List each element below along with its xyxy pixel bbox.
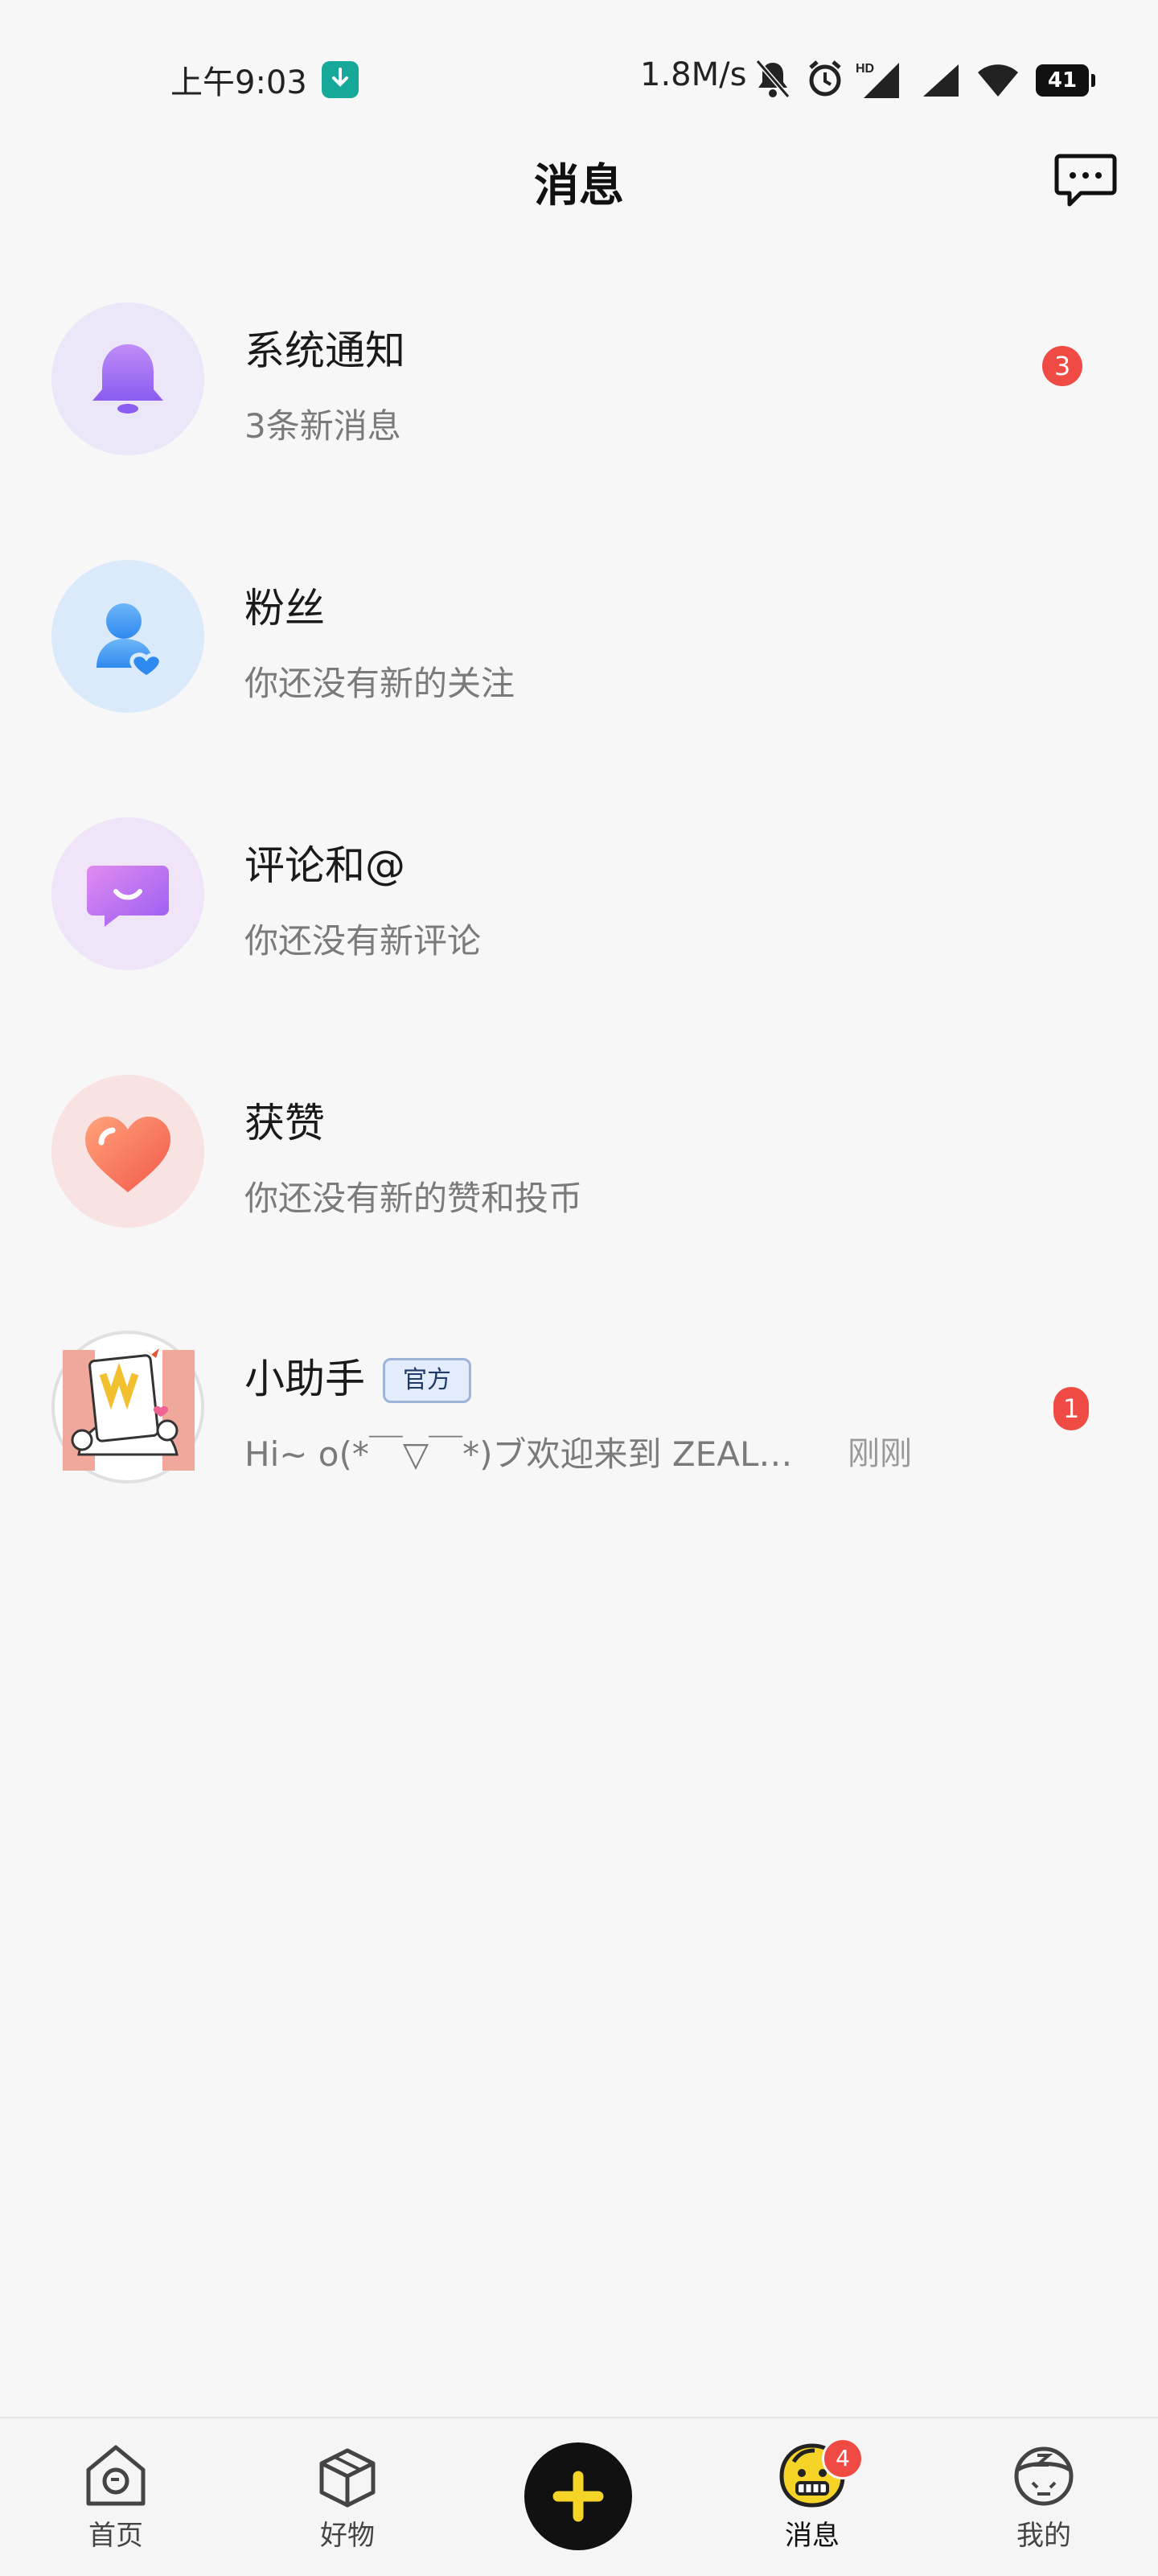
download-icon <box>322 61 359 98</box>
item-subtitle: 你还没有新的关注 <box>244 664 515 703</box>
unread-badge: 3 <box>1042 346 1082 386</box>
bell-icon <box>51 302 204 455</box>
profile-face-icon <box>1014 2446 1074 2506</box>
list-item-comments[interactable]: 评论和@ 你还没有新评论 <box>0 777 1158 1018</box>
item-subtitle: Hi~ o(*￣▽￣*)ブ欢迎来到 ZEAL… <box>244 1434 793 1474</box>
nav-badge: 4 <box>822 2438 864 2479</box>
item-title: 系统通知 <box>244 327 405 374</box>
item-title: 小助手 <box>244 1356 365 1402</box>
list-item-likes[interactable]: 获赞 你还没有新的赞和投币 <box>0 1035 1158 1276</box>
assistant-avatar <box>51 1331 204 1483</box>
publish-button[interactable] <box>524 2442 632 2550</box>
list-item-fans[interactable]: 粉丝 你还没有新的关注 <box>0 520 1158 761</box>
status-bar: 上午9:03 1.8M/s HD 41 <box>0 0 1158 161</box>
bottom-nav: 首页 好物 消息 4 我的 <box>0 2417 1158 2576</box>
plus-icon <box>552 2471 604 2522</box>
net-speed: 1.8M/s <box>640 56 747 93</box>
item-title: 获赞 <box>244 1100 325 1146</box>
status-time: 上午9:03 <box>170 64 307 101</box>
tab-me[interactable]: 我的 <box>979 2441 1108 2570</box>
list-item-assistant[interactable]: 小助手 官方 Hi~ o(*￣▽￣*)ブ欢迎来到 ZEAL… 刚刚 1 <box>0 1290 1158 1532</box>
battery-indicator: 41 <box>1036 64 1095 97</box>
tab-home[interactable]: 首页 <box>51 2441 180 2570</box>
tab-label: 我的 <box>1016 2520 1071 2552</box>
svg-text:HD: HD <box>856 62 874 76</box>
alarm-icon <box>806 58 844 103</box>
item-subtitle: 你还没有新评论 <box>244 921 482 961</box>
list-item-system-notice[interactable]: 系统通知 3条新消息 3 <box>0 262 1158 504</box>
heart-icon <box>51 1075 204 1228</box>
page-title: 消息 <box>534 160 624 212</box>
fans-icon <box>51 560 204 713</box>
tab-label: 首页 <box>88 2520 143 2552</box>
tab-label: 消息 <box>785 2520 840 2552</box>
unread-badge: 1 <box>1053 1387 1089 1430</box>
message-time: 刚刚 <box>848 1435 912 1472</box>
item-subtitle: 3条新消息 <box>244 406 401 446</box>
item-subtitle: 你还没有新的赞和投币 <box>244 1179 583 1218</box>
mute-bell-icon <box>754 58 791 103</box>
tab-label: 好物 <box>320 2520 375 2552</box>
comment-icon <box>51 817 204 970</box>
chat-icon[interactable] <box>1053 151 1118 209</box>
box-icon <box>319 2448 376 2508</box>
home-icon <box>86 2445 146 2506</box>
signal-icon <box>920 63 960 101</box>
signal-hd-icon: HD <box>856 61 901 101</box>
tab-goods[interactable]: 好物 <box>283 2441 412 2570</box>
item-title: 粉丝 <box>244 585 325 632</box>
wifi-icon <box>976 61 1020 101</box>
official-tag: 官方 <box>383 1358 471 1403</box>
item-title: 评论和@ <box>244 842 405 889</box>
